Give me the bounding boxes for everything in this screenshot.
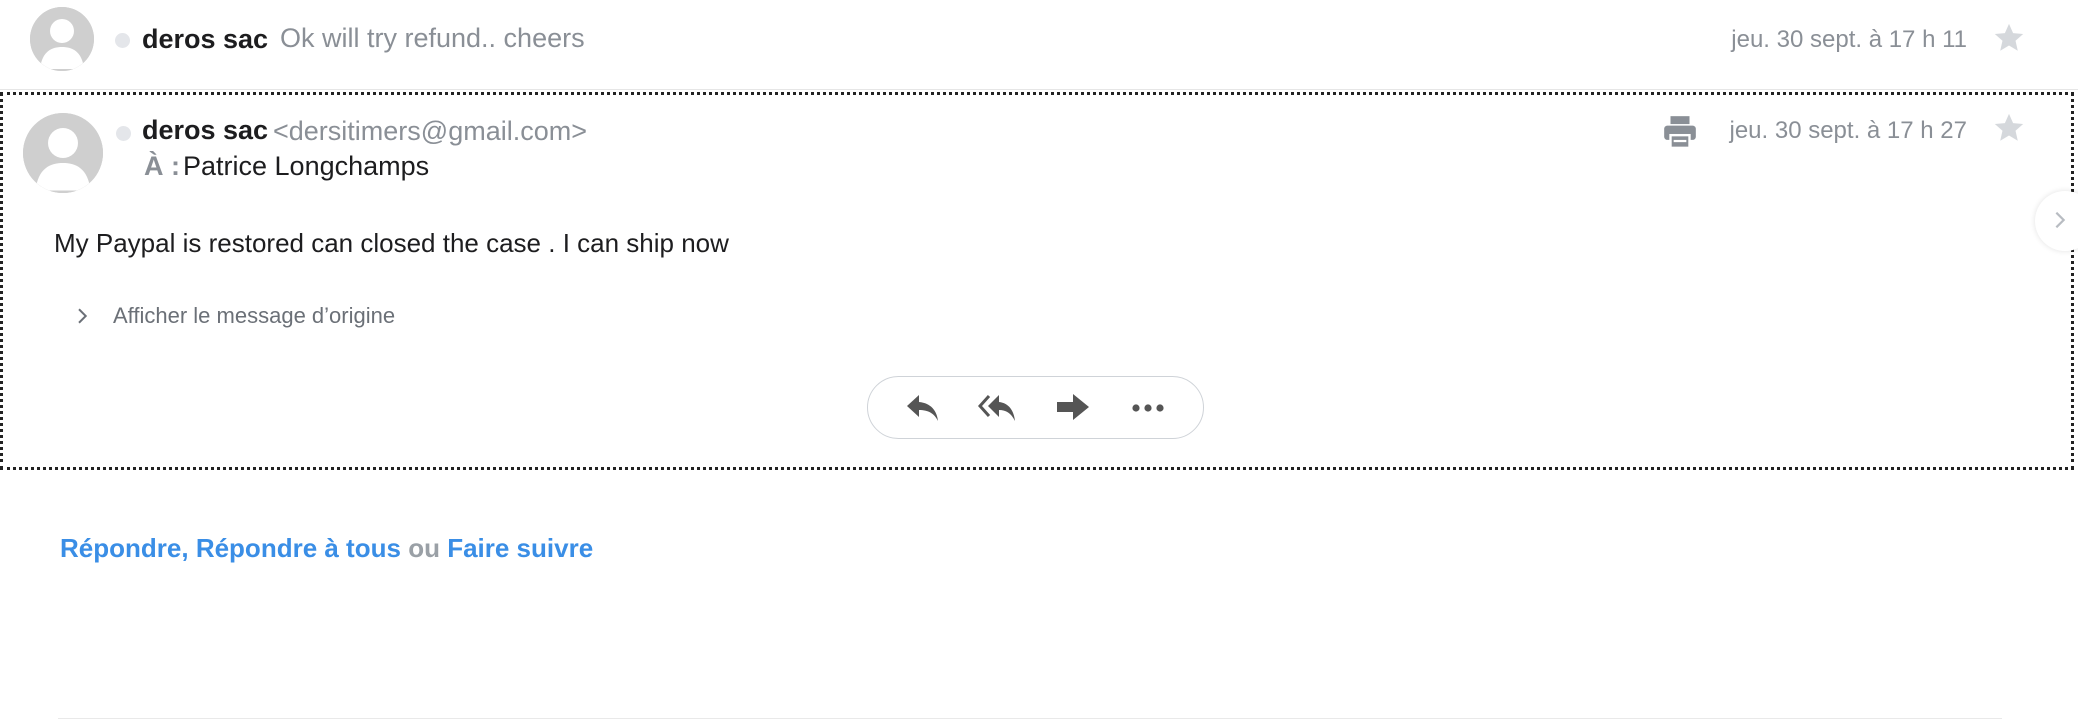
reply-icon [907,394,939,421]
message-date: jeu. 30 sept. à 17 h 27 [1729,117,1967,144]
forward-link[interactable]: Faire suivre [447,533,593,563]
collapsed-message[interactable]: deros sac Ok will try refund.. cheers je… [0,0,2078,90]
sender-name: deros sac [142,115,269,145]
sender-email: <dersitimers@gmail.com> [273,116,587,146]
reply-link[interactable]: Répondre, [60,533,189,563]
more-icon [1132,403,1164,412]
avatar [23,113,103,193]
unread-dot [115,33,130,48]
reply-all-icon [978,394,1016,421]
message-date: jeu. 30 sept. à 17 h 11 [1731,26,1967,53]
expanded-message: deros sac <dersitimers@gmail.com> À : Pa… [0,92,2078,470]
message-body: My Paypal is restored can closed the cas… [54,228,729,258]
person-icon [30,7,94,71]
chevron-right-icon [78,308,88,324]
star-icon[interactable] [1992,21,2026,55]
print-icon[interactable] [1661,113,1699,151]
sender-name: deros sac [142,24,269,54]
next-message-button[interactable] [2035,191,2078,251]
star-icon[interactable] [1992,111,2026,145]
forward-button[interactable] [1050,388,1096,428]
reply-all-link[interactable]: Répondre à tous [196,533,401,563]
avatar [30,7,94,71]
reply-all-button[interactable] [975,388,1021,428]
forward-icon [1056,393,1089,420]
unread-dot [116,126,131,141]
quick-reply-links: Répondre, Répondre à tous ou Faire suivr… [60,533,593,564]
show-original-toggle[interactable]: Afficher le message d’origine [73,301,395,331]
reply-button[interactable] [900,388,946,428]
message-snippet: Ok will try refund.. cheers [280,23,585,53]
message-action-bar [867,376,1204,439]
mail-thread: deros sac Ok will try refund.. cheers je… [0,0,2078,722]
to-label: À : [144,151,180,181]
more-button[interactable] [1125,388,1171,428]
person-icon [23,113,103,193]
recipient-name: Patrice Longchamps [183,151,430,181]
chevron-right-icon [2055,211,2066,229]
show-original-label: Afficher le message d’origine [113,303,396,328]
or-separator: ou [408,533,440,563]
divider [58,718,2002,719]
